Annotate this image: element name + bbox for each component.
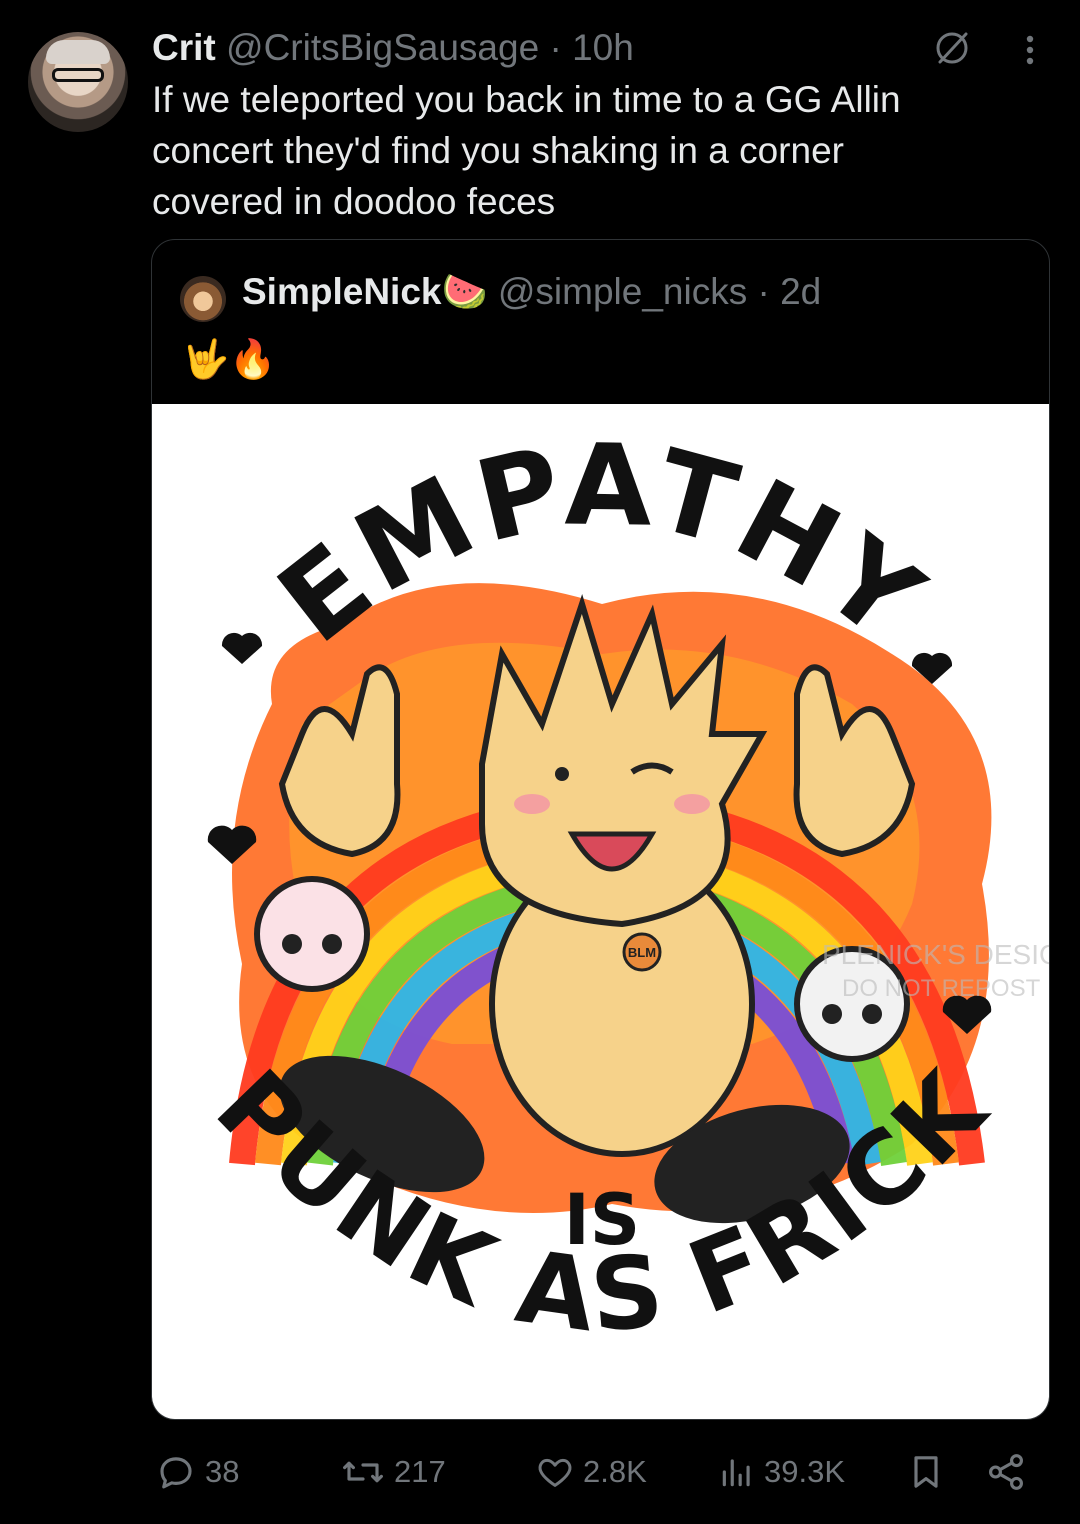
avatar-glasses	[52, 68, 104, 82]
quoted-author-avatar[interactable]	[180, 276, 226, 322]
tweet-text-line: concert they'd find you shaking in a cor…	[152, 130, 844, 171]
tweet-time[interactable]: 10h	[572, 27, 634, 68]
punk-artwork: BLM EMPATHY IS PUNK AS FRICK PLENICK'S D…	[194, 420, 1050, 1355]
tweet-header: Crit @CritsBigSausage · 10h	[152, 26, 634, 70]
grok-icon[interactable]	[932, 28, 972, 68]
quoted-separator: ·	[757, 271, 770, 312]
avatar-hair	[46, 40, 110, 64]
quoted-display-name[interactable]: SimpleNick	[242, 271, 441, 312]
views-count: 39.3K	[764, 1454, 846, 1489]
bookmark-button[interactable]	[906, 1440, 946, 1504]
header-separator: ·	[549, 27, 562, 68]
quoted-tweet-header: SimpleNick🍉 @simple_nicks · 2d	[242, 270, 821, 314]
quoted-tweet-text: 🤟🔥	[182, 339, 277, 381]
watermark-line-1: PLENICK'S DESIGN	[822, 939, 1050, 970]
like-count: 2.8K	[583, 1454, 647, 1489]
like-icon	[538, 1458, 572, 1487]
quoted-media-image[interactable]: BLM EMPATHY IS PUNK AS FRICK PLENICK'S D…	[152, 404, 1050, 1419]
reply-icon	[160, 1457, 192, 1489]
quoted-handle[interactable]: @simple_nicks	[498, 271, 747, 312]
author-avatar[interactable]	[28, 32, 128, 132]
bookmark-icon	[914, 1456, 938, 1488]
quoted-time[interactable]: 2d	[780, 271, 821, 312]
tweet-text: If we teleported you back in time to a G…	[152, 74, 1032, 227]
like-button[interactable]: 2.8K	[535, 1440, 647, 1504]
watermark-line-2: DO NOT REPOST	[842, 975, 1041, 1002]
views-button[interactable]: 39.3K	[718, 1440, 845, 1504]
watermelon-emoji: 🍉	[441, 271, 488, 312]
tweet-text-line: covered in doodoo feces	[152, 181, 556, 222]
repost-icon	[343, 1461, 383, 1483]
more-icon[interactable]	[1012, 30, 1048, 70]
author-handle[interactable]: @CritsBigSausage	[226, 27, 539, 68]
tweet-text-line: If we teleported you back in time to a G…	[152, 79, 901, 120]
quoted-tweet-card[interactable]: SimpleNick🍉 @simple_nicks · 2d 🤟🔥 BLM EM…	[151, 239, 1050, 1420]
author-display-name[interactable]: Crit	[152, 27, 216, 68]
reply-count: 38	[205, 1454, 240, 1489]
repost-button[interactable]: 217	[340, 1440, 446, 1504]
tweet-actions-bar: 38 217 2.8K 39.3K	[0, 1440, 1080, 1504]
views-icon	[722, 1459, 750, 1487]
share-icon	[989, 1454, 1023, 1490]
blm-badge-text: BLM	[628, 945, 656, 960]
reply-button[interactable]: 38	[155, 1440, 239, 1504]
repost-count: 217	[394, 1454, 446, 1489]
share-button[interactable]	[985, 1440, 1027, 1504]
